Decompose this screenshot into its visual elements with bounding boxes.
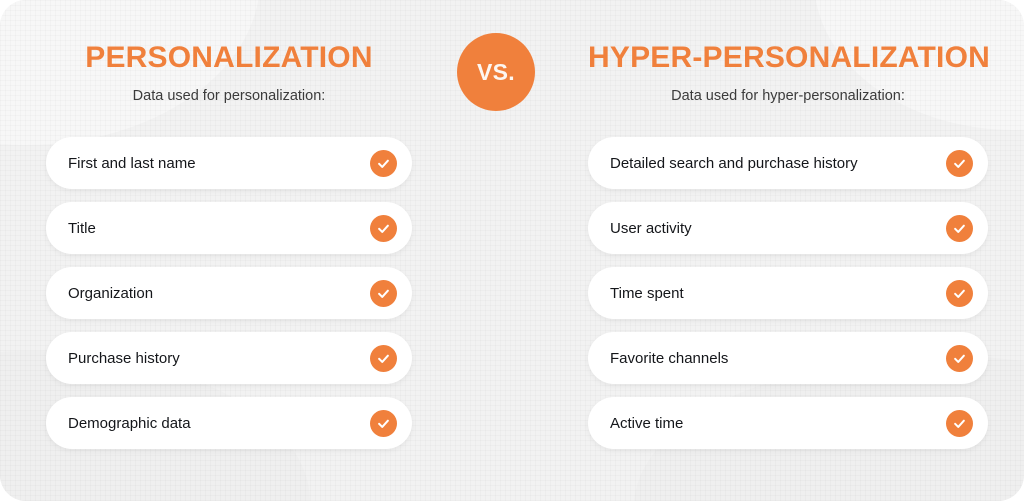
hyper-personalization-list: Detailed search and purchase history Use… xyxy=(588,137,988,449)
check-circle-icon xyxy=(946,409,973,437)
right-column-subtitle: Data used for hyper-personalization: xyxy=(671,88,905,104)
personalization-list: First and last name Title Organization P… xyxy=(46,137,412,449)
list-item-label: Time spent xyxy=(610,284,684,302)
list-item[interactable]: User activity xyxy=(588,202,988,254)
left-column-heading: PERSONALIZATION xyxy=(85,41,373,74)
check-circle-icon xyxy=(946,149,973,177)
list-item[interactable]: Time spent xyxy=(588,267,988,319)
list-item[interactable]: First and last name xyxy=(46,137,412,189)
list-item[interactable]: Demographic data xyxy=(46,397,412,449)
check-circle-icon xyxy=(946,279,973,307)
check-circle-icon xyxy=(370,149,397,177)
list-item[interactable]: Title xyxy=(46,202,412,254)
check-circle-icon xyxy=(946,344,973,372)
list-item-label: Favorite channels xyxy=(610,349,729,367)
list-item-label: Detailed search and purchase history xyxy=(610,154,858,172)
list-item-label: Title xyxy=(68,219,96,237)
list-item-label: Organization xyxy=(68,284,154,302)
list-item-label: User activity xyxy=(610,219,692,237)
check-circle-icon xyxy=(946,214,973,242)
list-item-label: Demographic data xyxy=(68,414,191,432)
check-circle-icon xyxy=(370,409,397,437)
list-item[interactable]: Active time xyxy=(588,397,988,449)
check-circle-icon xyxy=(370,214,397,242)
list-item-label: Purchase history xyxy=(68,349,180,367)
right-column-heading: HYPER-PERSONALIZATION xyxy=(588,41,990,74)
versus-badge-label: VS. xyxy=(477,58,515,85)
infographic-canvas: PERSONALIZATION Data used for personaliz… xyxy=(0,0,1024,501)
list-item[interactable]: Detailed search and purchase history xyxy=(588,137,988,189)
list-item[interactable]: Organization xyxy=(46,267,412,319)
infographic-content: PERSONALIZATION Data used for personaliz… xyxy=(0,0,1024,501)
versus-badge: VS. xyxy=(457,33,535,111)
list-item-label: First and last name xyxy=(68,154,196,172)
list-item[interactable]: Favorite channels xyxy=(588,332,988,384)
check-circle-icon xyxy=(370,344,397,372)
list-item[interactable]: Purchase history xyxy=(46,332,412,384)
check-circle-icon xyxy=(370,279,397,307)
list-item-label: Active time xyxy=(610,414,684,432)
left-column-subtitle: Data used for personalization: xyxy=(132,88,326,104)
